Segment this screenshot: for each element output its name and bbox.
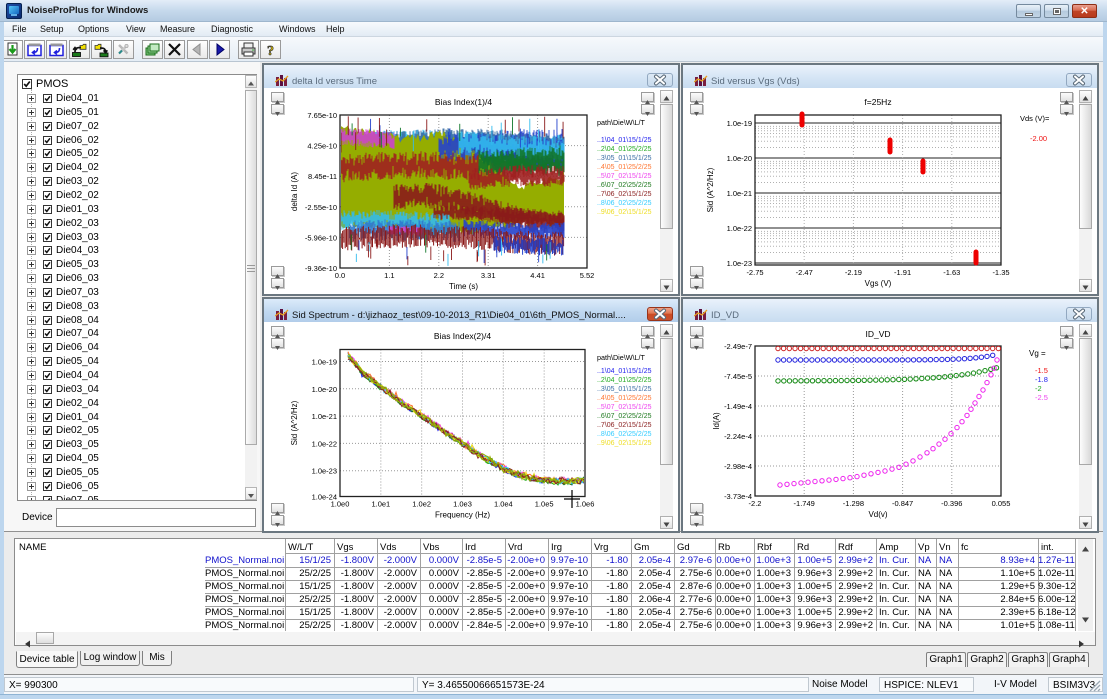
- svg-text:..5\07_02\15/1/25: ..5\07_02\15/1/25: [597, 404, 652, 411]
- svg-text:1.0e6: 1.0e6: [576, 500, 595, 509]
- svg-text:1.1: 1.1: [384, 271, 394, 280]
- svg-text:..8\06_02\25/2/25: ..8\06_02\25/2/25: [597, 200, 652, 207]
- svg-text:-1.8: -1.8: [1035, 375, 1048, 384]
- svg-text:Sid (A^2/Hz): Sid (A^2/Hz): [290, 400, 299, 445]
- svg-text:-2.24e-4: -2.24e-4: [724, 432, 752, 441]
- svg-text:..6\07_02\25/2/25: ..6\07_02\25/2/25: [597, 182, 652, 189]
- svg-text:1.0e-22: 1.0e-22: [312, 439, 337, 448]
- svg-text:1.0e-21: 1.0e-21: [312, 412, 337, 421]
- svg-text:1.0e-22: 1.0e-22: [727, 224, 752, 233]
- svg-text:-2.5: -2.5: [1035, 393, 1048, 402]
- svg-text:7.65e-10: 7.65e-10: [307, 111, 337, 120]
- svg-text:-2.00: -2.00: [1030, 134, 1047, 143]
- svg-text:Bias Index(1)/4: Bias Index(1)/4: [435, 97, 492, 107]
- svg-text:-0.396: -0.396: [941, 499, 962, 508]
- svg-text:..1\04_01\15/1/25: ..1\04_01\15/1/25: [597, 368, 652, 375]
- svg-text:0.0: 0.0: [335, 271, 345, 280]
- svg-text:1.0e0: 1.0e0: [331, 500, 350, 509]
- svg-text:1.0e-19: 1.0e-19: [312, 358, 337, 367]
- svg-text:1.0e2: 1.0e2: [412, 500, 431, 509]
- svg-text:path\Die\W\L/T: path\Die\W\L/T: [597, 353, 646, 362]
- svg-text:..8\06_02\25/2/25: ..8\06_02\25/2/25: [597, 431, 652, 438]
- svg-text:-2.75: -2.75: [746, 268, 763, 277]
- svg-text:-2.19: -2.19: [845, 268, 862, 277]
- svg-text:4.25e-10: 4.25e-10: [307, 142, 337, 151]
- svg-text:5.52: 5.52: [580, 271, 595, 280]
- svg-text:-1.35: -1.35: [992, 268, 1009, 277]
- svg-text:Id(A): Id(A): [712, 412, 721, 430]
- svg-text:-1.49e-4: -1.49e-4: [724, 402, 752, 411]
- svg-text:1.0e5: 1.0e5: [535, 500, 554, 509]
- svg-text:1.0e-19: 1.0e-19: [727, 119, 752, 128]
- svg-text:..9\06_02\15/1/25: ..9\06_02\15/1/25: [597, 209, 652, 216]
- svg-text:..7\06_02\15/1/25: ..7\06_02\15/1/25: [597, 191, 652, 198]
- svg-text:Time (s): Time (s): [449, 282, 478, 291]
- svg-text:-2: -2: [1035, 384, 1042, 393]
- svg-text:1.0e-21: 1.0e-21: [727, 189, 752, 198]
- svg-text:-0.847: -0.847: [892, 499, 913, 508]
- svg-text:1.0e3: 1.0e3: [453, 500, 472, 509]
- svg-text:-1.749: -1.749: [794, 499, 815, 508]
- svg-text:-1.91: -1.91: [894, 268, 911, 277]
- svg-text:-1.63: -1.63: [943, 268, 960, 277]
- svg-text:1.0e-23: 1.0e-23: [312, 467, 337, 476]
- svg-text:..9\06_02\15/1/25: ..9\06_02\15/1/25: [597, 440, 652, 447]
- svg-text:-7.45e-5: -7.45e-5: [724, 372, 752, 381]
- svg-text:-2.98e-4: -2.98e-4: [724, 462, 752, 471]
- svg-text:..3\05_01\15/1/25: ..3\05_01\15/1/25: [597, 386, 652, 393]
- svg-text:0.055: 0.055: [992, 499, 1011, 508]
- svg-text:1.0e-23: 1.0e-23: [727, 259, 752, 268]
- svg-text:2.2: 2.2: [434, 271, 444, 280]
- svg-text:4.41: 4.41: [530, 271, 545, 280]
- svg-text:Vg =: Vg =: [1029, 349, 1046, 358]
- svg-text:?: ?: [267, 44, 274, 58]
- svg-text:..5\07_02\15/1/25: ..5\07_02\15/1/25: [597, 173, 652, 180]
- svg-text:-9.36e-10: -9.36e-10: [305, 264, 337, 273]
- svg-text:Vgs (V): Vgs (V): [865, 279, 892, 288]
- svg-text:-2.55e-10: -2.55e-10: [305, 203, 337, 212]
- svg-text:f=25Hz: f=25Hz: [864, 97, 891, 107]
- svg-text:1.0e-20: 1.0e-20: [312, 385, 337, 394]
- svg-text:ID_VD: ID_VD: [865, 329, 890, 339]
- svg-text:..2\04_01\25/2/25: ..2\04_01\25/2/25: [597, 377, 652, 384]
- svg-text:Bias Index(2)/4: Bias Index(2)/4: [434, 331, 491, 341]
- svg-text:path\Die\W\L/T: path\Die\W\L/T: [597, 118, 646, 127]
- svg-text:..1\04_01\15/1/25: ..1\04_01\15/1/25: [597, 137, 652, 144]
- svg-text:..7\06_02\15/1/25: ..7\06_02\15/1/25: [597, 422, 652, 429]
- svg-text:3.31: 3.31: [481, 271, 496, 280]
- svg-text:..4\05_01\25/2/25: ..4\05_01\25/2/25: [597, 164, 652, 171]
- svg-text:-2.2: -2.2: [749, 499, 762, 508]
- svg-text:1.0e1: 1.0e1: [371, 500, 390, 509]
- svg-text:..6\07_02\25/2/25: ..6\07_02\25/2/25: [597, 413, 652, 420]
- svg-text:-1.298: -1.298: [843, 499, 864, 508]
- svg-text:Vds (V)=: Vds (V)=: [1020, 114, 1050, 123]
- svg-text:-2.49e-7: -2.49e-7: [724, 342, 752, 351]
- svg-text:1.0e4: 1.0e4: [494, 500, 513, 509]
- svg-text:1.0e-20: 1.0e-20: [727, 154, 752, 163]
- svg-text:delta Id (A): delta Id (A): [290, 172, 299, 211]
- svg-text:8.45e-11: 8.45e-11: [308, 172, 337, 181]
- svg-text:-1.5: -1.5: [1035, 366, 1048, 375]
- svg-text:-5.96e-10: -5.96e-10: [305, 233, 337, 242]
- svg-text:..3\05_01\15/1/25: ..3\05_01\15/1/25: [597, 155, 652, 162]
- svg-text:Sid (A^2/Hz): Sid (A^2/Hz): [706, 167, 715, 212]
- svg-text:Vd(v): Vd(v): [868, 510, 887, 519]
- svg-text:-2.47: -2.47: [796, 268, 813, 277]
- svg-text:Frequency (Hz): Frequency (Hz): [435, 511, 490, 520]
- svg-text:..4\05_01\25/2/25: ..4\05_01\25/2/25: [597, 395, 652, 402]
- svg-text:..2\04_01\25/2/25: ..2\04_01\25/2/25: [597, 146, 652, 153]
